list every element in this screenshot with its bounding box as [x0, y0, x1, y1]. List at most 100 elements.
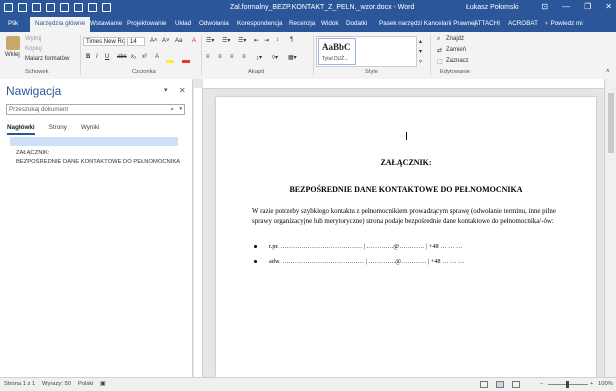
- font-size-combo[interactable]: 14: [127, 37, 145, 46]
- word-count[interactable]: Wyrazy: 50: [42, 381, 71, 387]
- zoom-out-icon[interactable]: −: [540, 381, 543, 387]
- replace-button[interactable]: Zamień: [446, 47, 466, 53]
- paste-icon[interactable]: [6, 36, 20, 50]
- grow-font-icon[interactable]: A˄: [150, 38, 158, 44]
- redo-icon[interactable]: [60, 3, 69, 12]
- zoom-level[interactable]: 100%: [598, 381, 613, 387]
- search-icon[interactable]: ⌕: [170, 106, 174, 114]
- paste-button[interactable]: Wklej: [5, 52, 20, 58]
- tab-acrobat[interactable]: ACROBAT: [508, 20, 538, 27]
- borders-icon[interactable]: ▦▾: [288, 54, 297, 61]
- email-icon[interactable]: [102, 3, 111, 12]
- tab-attachi[interactable]: ATTACHI: [474, 20, 500, 27]
- shrink-font-icon[interactable]: A˅: [162, 38, 170, 44]
- nav-heading-item[interactable]: BEZPOŚREDNIE DANE KONTAKTOWE DO PEŁNOMOC…: [16, 159, 180, 165]
- tab-pages[interactable]: Strony: [49, 124, 67, 135]
- pane-options-icon[interactable]: ▾: [164, 86, 168, 94]
- clear-formatting-icon[interactable]: A: [192, 38, 196, 44]
- zoom-slider[interactable]: [548, 381, 588, 388]
- minimize-button[interactable]: —: [562, 2, 570, 11]
- read-mode-icon[interactable]: [480, 381, 488, 388]
- style-title-selected[interactable]: AaBbC Tytuł DUŻ...: [318, 38, 356, 65]
- language[interactable]: Polski: [78, 381, 93, 387]
- find-icon[interactable]: ⌕: [437, 36, 440, 43]
- tab-layout[interactable]: Układ: [175, 20, 191, 27]
- restore-button[interactable]: ❐: [584, 2, 591, 11]
- cut-button[interactable]: Wytnij: [25, 36, 41, 42]
- user-name[interactable]: Łukasz Połomski: [466, 4, 519, 11]
- tab-view[interactable]: Widok: [321, 20, 339, 27]
- scrollbar-thumb[interactable]: [608, 93, 614, 153]
- close-button[interactable]: ✕: [605, 2, 612, 11]
- styles-scroll-up-icon[interactable]: ▴: [419, 38, 422, 45]
- superscript-button[interactable]: x²: [142, 54, 147, 60]
- vertical-ruler[interactable]: [194, 88, 203, 377]
- change-case-icon[interactable]: Aa: [175, 38, 182, 44]
- strikethrough-button[interactable]: abc: [117, 54, 127, 60]
- font-color-icon[interactable]: [182, 60, 190, 63]
- select-icon[interactable]: ⬚: [437, 58, 443, 65]
- tab-headings[interactable]: Nagłówki: [7, 124, 35, 135]
- find-button[interactable]: Znajdź: [446, 36, 464, 42]
- print-icon[interactable]: [18, 3, 27, 12]
- format-painter-button[interactable]: Malarz formatów: [25, 56, 69, 62]
- vertical-scrollbar[interactable]: [604, 79, 616, 377]
- chevron-down-icon[interactable]: ▾: [179, 106, 182, 112]
- highlight-icon[interactable]: [166, 60, 174, 63]
- document-paragraph[interactable]: W razie potrzeby szybkiego kontaktu z pe…: [252, 207, 564, 227]
- increase-indent-icon[interactable]: ⇥: [264, 37, 269, 44]
- replace-icon[interactable]: ⇄: [437, 47, 442, 54]
- tab-design[interactable]: Projektowanie: [127, 20, 167, 27]
- justify-icon[interactable]: ≡: [242, 54, 246, 60]
- align-center-icon[interactable]: ≡: [218, 54, 222, 60]
- spelling-icon[interactable]: [32, 3, 41, 12]
- tab-review[interactable]: Recenzja: [289, 20, 315, 27]
- open-icon[interactable]: [88, 3, 97, 12]
- styles-more-icon[interactable]: ▿: [419, 58, 422, 65]
- print-layout-icon[interactable]: [496, 381, 504, 388]
- horizontal-ruler[interactable]: [203, 79, 604, 89]
- italic-button[interactable]: I: [96, 54, 98, 60]
- line-spacing-icon[interactable]: ↨▾: [256, 54, 262, 61]
- save-icon[interactable]: [4, 3, 13, 12]
- styles-scroll-down-icon[interactable]: ▾: [419, 48, 422, 55]
- bullet-item[interactable]: r.pr. ………………………………… | ………….@………… | +48 ……: [254, 243, 462, 250]
- collapse-ribbon-icon[interactable]: ˄: [606, 69, 610, 75]
- underline-button[interactable]: U: [105, 54, 109, 60]
- tab-file[interactable]: Plik: [8, 20, 18, 27]
- document-page[interactable]: ZAŁĄCZNIK: BEZPOŚREDNIE DANE KONTAKTOWE …: [216, 97, 596, 377]
- font-name-combo[interactable]: Times New Ro: [83, 37, 125, 46]
- document-heading-2[interactable]: BEZPOŚREDNIE DANE KONTAKTOWE DO PEŁNOMOC…: [216, 185, 596, 194]
- zoom-in-icon[interactable]: +: [590, 381, 593, 387]
- decrease-indent-icon[interactable]: ⇤: [254, 37, 259, 44]
- tab-home[interactable]: Narzędzia główne: [30, 17, 91, 32]
- ribbon-display-options-icon[interactable]: ⊡: [541, 2, 548, 11]
- show-marks-icon[interactable]: ¶: [290, 37, 293, 43]
- text-effects-icon[interactable]: A: [155, 54, 159, 60]
- close-icon[interactable]: ✕: [179, 86, 186, 95]
- search-input[interactable]: Przeszukaj dokument ⌕ ▾: [6, 104, 185, 115]
- new-document-icon[interactable]: [74, 3, 83, 12]
- tab-insert[interactable]: Wstawianie: [90, 20, 122, 27]
- tab-mailings[interactable]: Korespondencja: [237, 20, 283, 27]
- zoom-slider-knob[interactable]: [566, 381, 569, 388]
- multilevel-list-icon[interactable]: ☰▾: [238, 37, 246, 44]
- bullet-item[interactable]: adw. ………………………………… | ………….@………… | +48 … …: [254, 258, 464, 265]
- bullets-icon[interactable]: ☰▾: [206, 37, 214, 44]
- macro-recording-icon[interactable]: ▣: [100, 381, 105, 387]
- shading-icon[interactable]: ◊▾: [272, 54, 278, 61]
- bold-button[interactable]: B: [86, 54, 90, 60]
- page-count[interactable]: Strona 1 z 1: [4, 381, 35, 387]
- tab-references[interactable]: Odwołania: [199, 20, 229, 27]
- tell-me-search[interactable]: ♀ Powiedz mi: [544, 20, 583, 27]
- web-layout-icon[interactable]: [512, 381, 520, 388]
- align-right-icon[interactable]: ≡: [230, 54, 234, 60]
- copy-button[interactable]: Kopiuj: [25, 46, 42, 52]
- tab-law-toolbar[interactable]: Pasek narzędzi Kancelarii Prawnej: [379, 20, 476, 27]
- tab-results[interactable]: Wyniki: [81, 124, 100, 135]
- sort-icon[interactable]: ↕: [276, 37, 279, 43]
- align-left-icon[interactable]: ≡: [206, 54, 210, 60]
- numbering-icon[interactable]: ☰▾: [222, 37, 230, 44]
- document-heading-1[interactable]: ZAŁĄCZNIK:: [216, 158, 596, 167]
- subscript-button[interactable]: x₂: [131, 54, 136, 60]
